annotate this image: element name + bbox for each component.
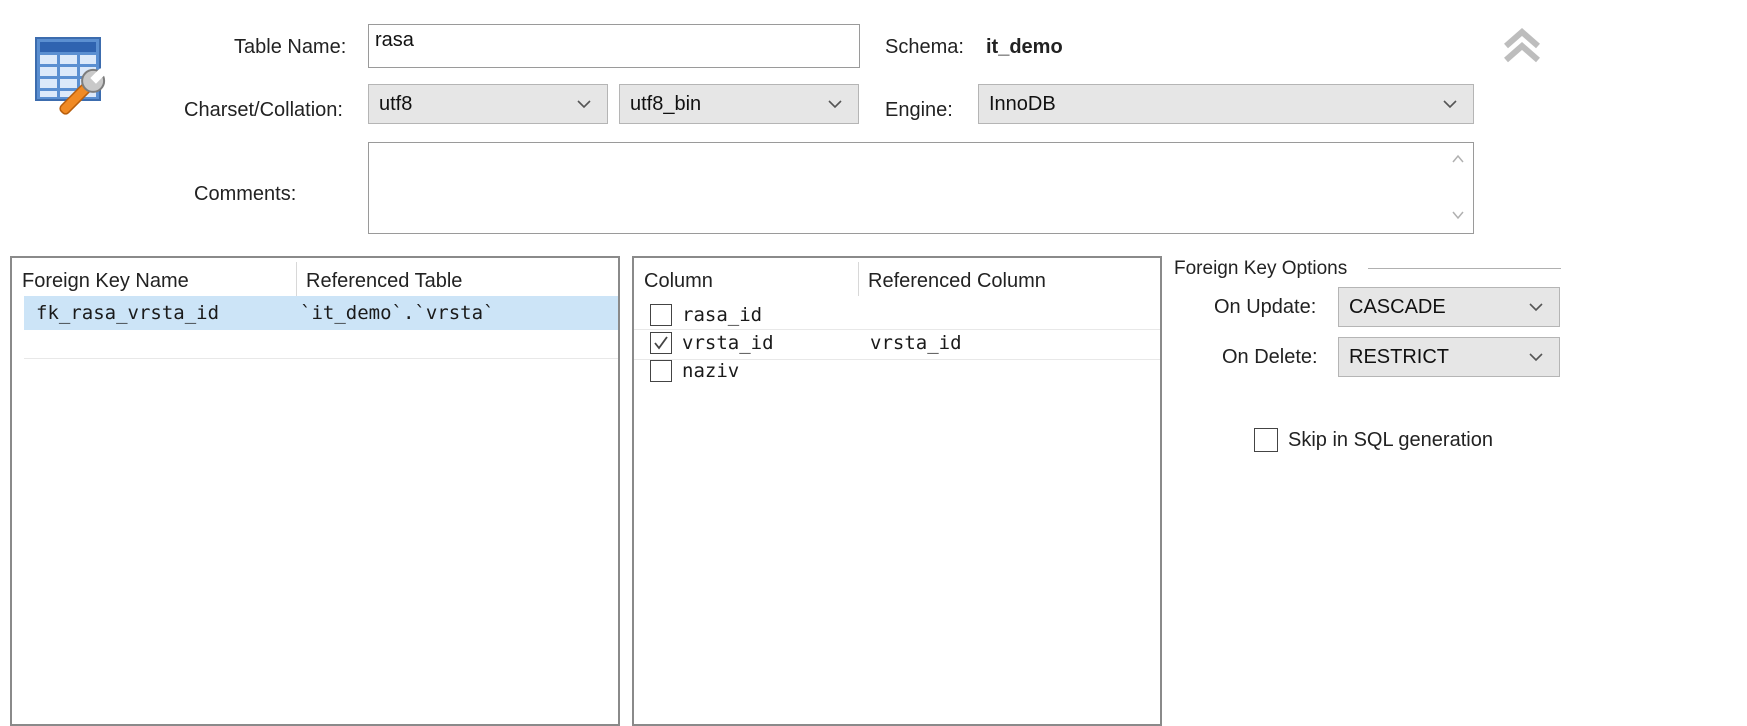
fk-ref-table-header[interactable]: Referenced Table <box>306 270 462 293</box>
table-row[interactable]: rasa_id <box>634 300 1160 330</box>
collation-select[interactable]: utf8_bin <box>619 84 859 124</box>
engine-select[interactable]: InnoDB <box>978 84 1474 124</box>
on-delete-select[interactable]: RESTRICT <box>1338 337 1560 377</box>
table-name-label: Table Name: <box>234 36 347 58</box>
on-delete-label: On Delete: <box>1222 346 1318 368</box>
charset-value: utf8 <box>379 92 413 115</box>
column-checkbox[interactable] <box>650 304 672 326</box>
comments-scrollbar[interactable] <box>1445 144 1471 232</box>
column-checkbox[interactable] <box>650 360 672 382</box>
column-name-cell: vrsta_id <box>682 332 774 354</box>
ref-column-cell: vrsta_id <box>870 332 962 354</box>
comments-textarea[interactable] <box>368 142 1474 234</box>
chevron-down-icon <box>1523 347 1549 367</box>
table-editor-icon <box>32 34 114 118</box>
column-header[interactable]: Column <box>644 270 713 293</box>
charset-select[interactable]: utf8 <box>368 84 608 124</box>
fk-options-title: Foreign Key Options <box>1174 258 1348 279</box>
schema-value: it_demo <box>986 36 1063 58</box>
fk-name-cell: fk_rasa_vrsta_id <box>36 302 220 324</box>
schema-label: Schema: <box>885 36 964 58</box>
collapse-chevrons-icon[interactable] <box>1500 24 1544 64</box>
on-delete-value: RESTRICT <box>1349 345 1449 368</box>
table-row[interactable]: fk_rasa_vrsta_id `it_demo`.`vrsta` <box>24 296 618 330</box>
comments-label: Comments: <box>194 183 297 205</box>
skip-sql-checkbox[interactable] <box>1254 428 1278 452</box>
fk-name-header[interactable]: Foreign Key Name <box>22 270 189 293</box>
collation-value: utf8_bin <box>630 92 702 115</box>
skip-sql-label: Skip in SQL generation <box>1288 428 1493 451</box>
skip-sql-option[interactable]: Skip in SQL generation <box>1254 427 1493 453</box>
ref-column-header[interactable]: Referenced Column <box>868 270 1046 293</box>
chevron-down-icon <box>571 94 597 114</box>
on-update-label: On Update: <box>1214 296 1317 318</box>
chevron-down-icon <box>1437 94 1463 114</box>
on-update-select[interactable]: CASCADE <box>1338 287 1560 327</box>
checkmark-icon <box>654 336 668 350</box>
table-name-input[interactable]: rasa <box>368 24 860 68</box>
table-row[interactable]: naziv <box>634 360 1160 390</box>
column-name-cell: rasa_id <box>682 304 763 326</box>
on-update-value: CASCADE <box>1349 295 1446 318</box>
fk-ref-table-cell: `it_demo`.`vrsta` <box>300 302 495 324</box>
engine-label: Engine: <box>885 99 953 121</box>
table-row[interactable]: vrsta_id vrsta_id <box>634 330 1160 360</box>
column-checkbox[interactable] <box>650 332 672 354</box>
chevron-down-icon <box>822 94 848 114</box>
engine-value: InnoDB <box>989 92 1056 115</box>
chevron-down-icon <box>1523 297 1549 317</box>
column-mapping-list[interactable]: Column Referenced Column rasa_id vrsta_i… <box>632 256 1162 726</box>
fk-options-divider <box>1368 268 1561 269</box>
column-name-cell: naziv <box>682 360 740 382</box>
charset-label: Charset/Collation: <box>184 99 343 121</box>
foreign-key-list[interactable]: Foreign Key Name Referenced Table fk_ras… <box>10 256 620 726</box>
